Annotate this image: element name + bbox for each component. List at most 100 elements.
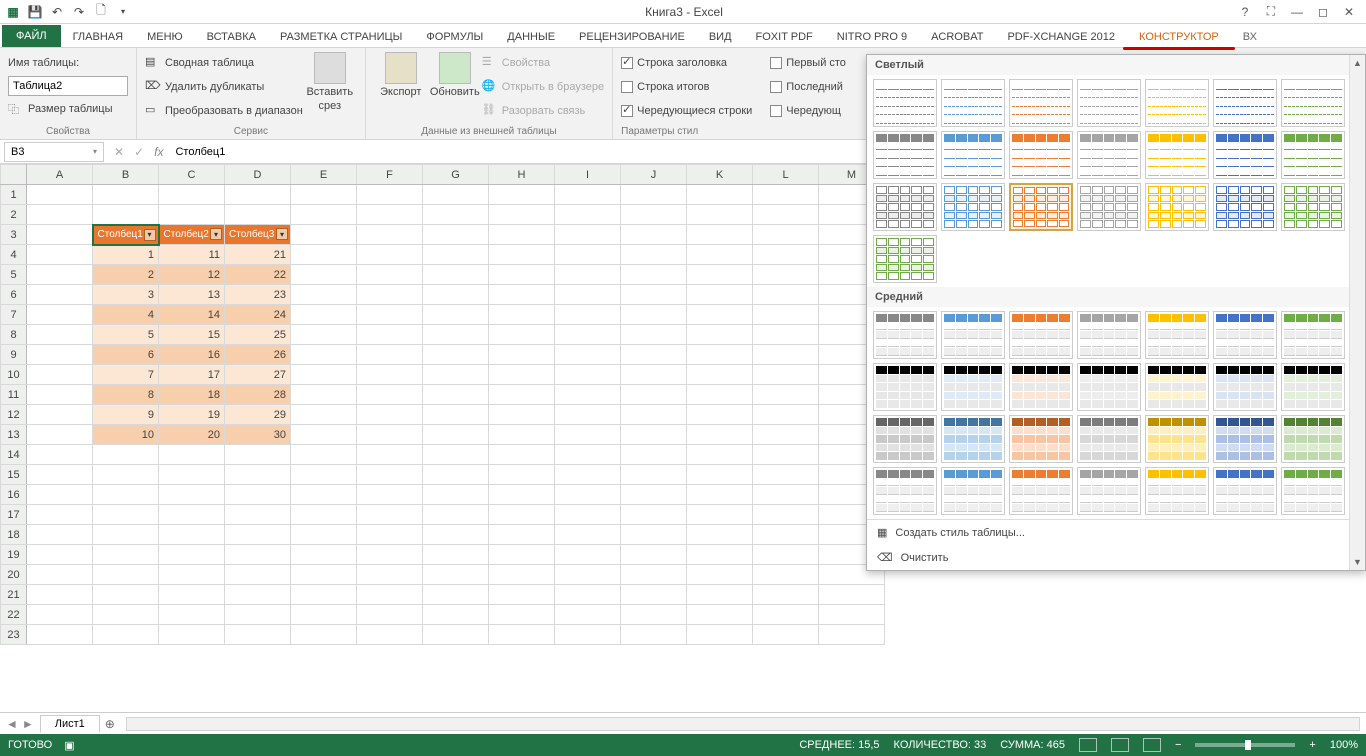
view-normal-icon[interactable]	[1079, 738, 1097, 752]
cell[interactable]	[93, 625, 159, 645]
cell[interactable]	[291, 585, 357, 605]
cell[interactable]	[159, 605, 225, 625]
cell[interactable]	[357, 525, 423, 545]
cell[interactable]: Столбец1▾	[93, 225, 159, 245]
cell[interactable]	[423, 405, 489, 425]
table-style-swatch[interactable]	[1009, 183, 1073, 231]
tab-nitro-pro-9[interactable]: NITRO PRO 9	[825, 27, 919, 47]
cell[interactable]: 7	[93, 365, 159, 385]
tab-меню[interactable]: Меню	[135, 27, 195, 47]
cell[interactable]	[93, 585, 159, 605]
table-style-swatch[interactable]	[873, 79, 937, 127]
cell[interactable]	[423, 425, 489, 445]
cell[interactable]: 10	[93, 425, 159, 445]
ribbon-collapse-icon[interactable]: ⛶	[1262, 3, 1280, 21]
cell[interactable]	[621, 545, 687, 565]
table-style-swatch[interactable]	[1009, 131, 1073, 179]
cell[interactable]	[423, 285, 489, 305]
cell[interactable]	[159, 525, 225, 545]
table-style-swatch[interactable]	[1077, 415, 1141, 463]
fx-icon[interactable]: fx	[154, 145, 169, 159]
cell[interactable]	[687, 325, 753, 345]
cell[interactable]	[291, 225, 357, 245]
cell[interactable]	[621, 205, 687, 225]
cell[interactable]	[423, 485, 489, 505]
cell[interactable]	[621, 425, 687, 445]
cell[interactable]	[159, 625, 225, 645]
select-all-corner[interactable]	[1, 165, 27, 185]
cell[interactable]	[357, 445, 423, 465]
row-header[interactable]: 6	[1, 285, 27, 305]
cell[interactable]	[819, 625, 885, 645]
cell[interactable]	[93, 545, 159, 565]
cell[interactable]	[621, 265, 687, 285]
cell[interactable]	[753, 465, 819, 485]
cell[interactable]: 2	[93, 265, 159, 285]
table-style-swatch[interactable]	[1145, 311, 1209, 359]
spreadsheet-grid[interactable]: ABCDEFGHIJKLM123Столбец1▾Столбец2▾Столбе…	[0, 164, 885, 645]
cell[interactable]	[489, 585, 555, 605]
cell[interactable]	[357, 345, 423, 365]
table-style-swatch[interactable]	[1077, 183, 1141, 231]
table-style-swatch[interactable]	[1213, 79, 1277, 127]
cell[interactable]	[687, 605, 753, 625]
row-header[interactable]: 11	[1, 385, 27, 405]
cell[interactable]	[555, 365, 621, 385]
table-style-swatch[interactable]	[1281, 131, 1345, 179]
cell[interactable]	[291, 425, 357, 445]
cell[interactable]: 5	[93, 325, 159, 345]
cell[interactable]: Столбец3▾	[225, 225, 291, 245]
table-style-swatch[interactable]	[1213, 183, 1277, 231]
tab-foxit-pdf[interactable]: Foxit PDF	[744, 27, 825, 47]
table-style-swatch[interactable]	[1281, 467, 1345, 515]
cell[interactable]	[27, 525, 93, 545]
cell[interactable]	[93, 465, 159, 485]
new-table-style-button[interactable]: ▦Создать стиль таблицы...	[867, 520, 1365, 545]
cell[interactable]	[423, 205, 489, 225]
row-header[interactable]: 17	[1, 505, 27, 525]
table-style-swatch[interactable]	[1077, 311, 1141, 359]
table-style-swatch[interactable]	[1213, 131, 1277, 179]
opt-total-row[interactable]: Строка итогов	[621, 76, 752, 98]
cell[interactable]	[225, 545, 291, 565]
cell[interactable]	[555, 485, 621, 505]
cell[interactable]	[27, 265, 93, 285]
cell[interactable]	[225, 505, 291, 525]
row-header[interactable]: 23	[1, 625, 27, 645]
cell[interactable]	[489, 205, 555, 225]
cell[interactable]	[753, 625, 819, 645]
cell[interactable]	[687, 585, 753, 605]
cell[interactable]	[93, 605, 159, 625]
row-header[interactable]: 10	[1, 365, 27, 385]
row-header[interactable]: 8	[1, 325, 27, 345]
cell[interactable]	[753, 365, 819, 385]
cell[interactable]	[753, 245, 819, 265]
clear-style-button[interactable]: ⌫Очистить	[867, 545, 1365, 570]
cell[interactable]	[489, 545, 555, 565]
opt-last-col[interactable]: Последний	[770, 76, 846, 98]
cell[interactable]	[621, 305, 687, 325]
cell[interactable]	[357, 425, 423, 445]
row-header[interactable]: 20	[1, 565, 27, 585]
filter-dropdown-icon[interactable]: ▾	[144, 229, 156, 241]
cell[interactable]	[621, 465, 687, 485]
cell[interactable]	[555, 505, 621, 525]
cell[interactable]	[27, 445, 93, 465]
cell[interactable]	[489, 405, 555, 425]
export-button[interactable]: Экспорт	[374, 52, 428, 98]
cell[interactable]	[687, 405, 753, 425]
cell[interactable]	[423, 625, 489, 645]
row-header[interactable]: 4	[1, 245, 27, 265]
cell[interactable]	[555, 525, 621, 545]
table-style-swatch[interactable]	[941, 363, 1005, 411]
cell[interactable]	[621, 405, 687, 425]
opt-banded-cols[interactable]: Чередующ	[770, 100, 846, 122]
cell[interactable]	[423, 225, 489, 245]
opt-banded-rows[interactable]: Чередующиеся строки	[621, 100, 752, 122]
cell[interactable]	[357, 225, 423, 245]
cell[interactable]	[687, 305, 753, 325]
cell[interactable]	[27, 605, 93, 625]
cell[interactable]	[687, 385, 753, 405]
row-header[interactable]: 19	[1, 545, 27, 565]
cell[interactable]: 20	[159, 425, 225, 445]
